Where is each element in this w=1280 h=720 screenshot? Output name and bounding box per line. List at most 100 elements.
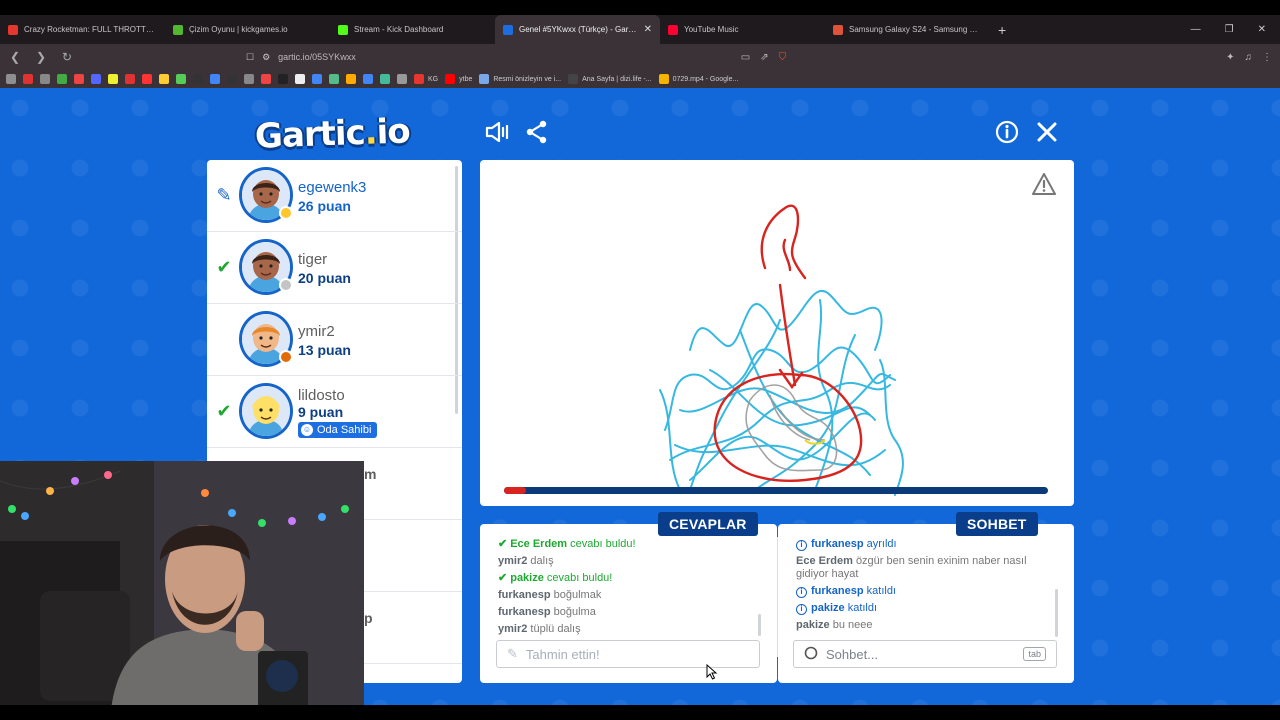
tab-close-icon[interactable]: ✕ — [644, 24, 652, 35]
check-icon: ✔ — [498, 538, 508, 550]
info-icon[interactable] — [994, 119, 1020, 145]
forward-icon[interactable]: ❯ — [34, 50, 48, 64]
chat-scrollbar[interactable] — [1055, 589, 1058, 637]
close-icon[interactable] — [1034, 119, 1060, 145]
status-dot — [279, 206, 293, 220]
bookmark-icon[interactable] — [244, 74, 254, 84]
message-user: furkanesp — [498, 606, 551, 618]
owner-icon: ☺ — [301, 424, 313, 436]
site-info-icon[interactable]: ⚙ — [262, 52, 270, 63]
message-user: pakize — [811, 602, 845, 614]
info-icon: i — [796, 587, 807, 598]
message-user: furkanesp — [811, 538, 864, 550]
message-user: furkanesp — [811, 585, 864, 597]
bookmark-icon[interactable] — [91, 74, 101, 84]
bookmark-item[interactable]: KG — [414, 74, 438, 84]
search-icon — [804, 646, 818, 663]
mouse-cursor-icon — [706, 664, 718, 680]
bookmark-icon[interactable] — [6, 74, 16, 84]
bookmark-item[interactable]: ytbe — [445, 74, 472, 84]
cast-icon[interactable]: ▭ — [741, 52, 750, 63]
bookmark-icon[interactable] — [346, 74, 356, 84]
browser-tab-bar: Crazy Rocketman: FULL THROTTLE !!! Çizim … — [0, 15, 1280, 44]
status-dot — [279, 350, 293, 364]
message: pakize bu neee — [796, 619, 1058, 632]
bookmark-icon[interactable] — [210, 74, 220, 84]
menu-icon[interactable]: ⋮ — [1262, 52, 1272, 63]
playlist-icon[interactable]: ♫ — [1245, 52, 1253, 63]
window-controls: — ❐ ✕ — [1191, 24, 1280, 35]
message-user: pakize — [796, 619, 830, 631]
bookmark-icon[interactable] — [193, 74, 203, 84]
maximize-icon[interactable]: ❐ — [1225, 24, 1234, 35]
chat-input[interactable]: Sohbet... tab — [793, 640, 1057, 668]
tab-favicon-icon — [173, 24, 183, 35]
drawing-canvas[interactable] — [480, 160, 1074, 506]
bookmark-item[interactable]: Resmi önizleyin ve i... — [479, 74, 561, 84]
chat-panel: SOHBET i furkanesp ayrıldı Ece Erdem özgür… — [778, 512, 1074, 683]
player-row[interactable]: ✔ tiger 20 puan — [207, 232, 462, 304]
url-text[interactable]: gartic.io/05SYKwxx — [278, 52, 356, 62]
player-row[interactable]: ✎ egewenk3 26 puan — [207, 160, 462, 232]
player-name: egewenk3 — [298, 179, 367, 196]
brave-shield-icon[interactable]: ⛉ — [779, 52, 787, 63]
bookmark-icon[interactable] — [227, 74, 237, 84]
message: Ece Erdem özgür ben senin exinim naber n… — [796, 555, 1058, 581]
message-text: tüplü dalış — [530, 623, 581, 635]
speaker-icon[interactable] — [484, 119, 510, 145]
back-icon[interactable]: ❮ — [8, 50, 22, 64]
bookmark-item[interactable]: 0729.mp4 - Google... — [658, 74, 738, 84]
bookmark-icon[interactable] — [23, 74, 33, 84]
bookmark-icon[interactable] — [312, 74, 322, 84]
answers-panel: CEVAPLAR ✔ Ece Erdem cevabı buldu! ymir2 d… — [480, 512, 777, 683]
share-page-icon[interactable]: ⇗ — [760, 52, 768, 63]
bookmark-icon[interactable] — [176, 74, 186, 84]
bookmark-icon[interactable] — [329, 74, 339, 84]
screen: { "browser": { "tabs": [ {"title": "Craz… — [0, 0, 1280, 720]
info-icon: i — [796, 604, 807, 615]
browser-tab[interactable]: Genel #5YKwxx (Türkçe) - Gartic.io ✕ — [495, 15, 660, 44]
message-user: Ece Erdem — [796, 555, 853, 567]
bookmark-icon[interactable] — [142, 74, 152, 84]
browser-tab[interactable]: Stream - Kick Dashboard — [330, 15, 495, 44]
extensions-icon[interactable]: ✦ — [1226, 52, 1234, 63]
answers-messages: ✔ Ece Erdem cevabı buldu! ymir2 dalış ✔ paki… — [498, 536, 748, 638]
bookmark-icon[interactable] — [40, 74, 50, 84]
tab-title: Genel #5YKwxx (Türkçe) - Gartic.io — [519, 25, 638, 34]
bookmark-item[interactable]: Ana Sayfa | dizi.life -... — [568, 74, 652, 84]
window-close-icon[interactable]: ✕ — [1258, 24, 1266, 35]
chat-title: SOHBET — [956, 512, 1038, 536]
browser-tab[interactable]: Samsung Galaxy S24 - Samsung Galaxy — [825, 15, 990, 44]
reload-icon[interactable]: ↻ — [60, 50, 74, 64]
share-icon[interactable] — [524, 119, 550, 145]
browser-tab[interactable]: Crazy Rocketman: FULL THROTTLE !!! — [0, 15, 165, 44]
bookmark-icon[interactable] — [57, 74, 67, 84]
answers-scrollbar[interactable] — [758, 614, 761, 636]
bookmark-icon[interactable] — [261, 74, 271, 84]
status-dot — [279, 278, 293, 292]
bookmark-icon[interactable] — [397, 74, 407, 84]
tab-title: Çizim Oyunu | kickgames.io — [189, 25, 288, 34]
address-bar[interactable]: ☐ ⚙ gartic.io/05SYKwxx — [246, 47, 356, 67]
new-tab-button[interactable]: + — [990, 22, 1014, 38]
bookmark-icon[interactable] — [295, 74, 305, 84]
chat-placeholder: Sohbet... — [826, 646, 879, 662]
guess-input[interactable]: ✎ Tahmin ettin! — [496, 640, 760, 668]
bookmark-icon[interactable] — [380, 74, 390, 84]
message-text: ayrıldı — [866, 538, 897, 550]
player-row[interactable]: ✔ lildosto 9 puan ☺ Oda Sahibi — [207, 376, 462, 448]
bookmark-icon[interactable] — [363, 74, 373, 84]
player-row[interactable]: ymir2 13 puan — [207, 304, 462, 376]
room-owner-badge: ☺ Oda Sahibi — [298, 422, 378, 438]
browser-tab[interactable]: Çizim Oyunu | kickgames.io — [165, 15, 330, 44]
bookmark-icon[interactable] — [108, 74, 118, 84]
correct-answer-message: ✔ Ece Erdem cevabı buldu! — [498, 536, 748, 553]
message-text: katıldı — [847, 602, 878, 614]
browser-tab[interactable]: YouTube Music — [660, 15, 825, 44]
bookmark-icon[interactable] — [278, 74, 288, 84]
minimize-icon[interactable]: — — [1191, 24, 1201, 35]
bookmark-icon[interactable] — [74, 74, 84, 84]
bookmark-icon[interactable] — [159, 74, 169, 84]
bookmark-icon[interactable] — [125, 74, 135, 84]
bookmark-star-icon[interactable]: ☐ — [246, 52, 254, 63]
